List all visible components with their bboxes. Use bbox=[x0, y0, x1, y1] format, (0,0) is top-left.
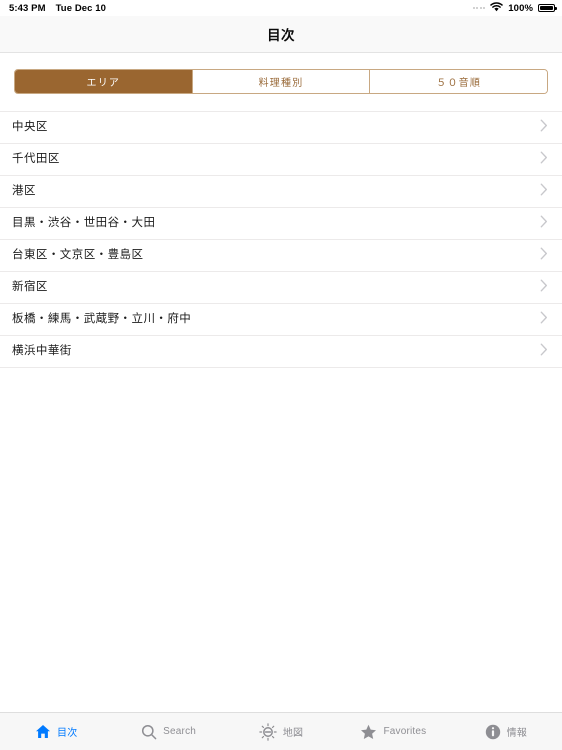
list-item[interactable]: 台東区・文京区・豊島区 bbox=[0, 240, 562, 272]
segment-alphabetical[interactable]: ５０音順 bbox=[369, 70, 547, 93]
list-item[interactable]: 横浜中華街 bbox=[0, 336, 562, 368]
chevron-right-icon bbox=[540, 343, 548, 361]
chevron-right-icon bbox=[540, 119, 548, 137]
list-item-label: 台東区・文京区・豊島区 bbox=[12, 248, 144, 261]
list-item-label: 中央区 bbox=[12, 120, 48, 133]
status-bar-right: 100% bbox=[472, 1, 557, 15]
list-item-label: 新宿区 bbox=[12, 280, 48, 293]
chevron-right-icon bbox=[540, 183, 548, 201]
segment-area[interactable]: エリア bbox=[15, 70, 192, 93]
status-time: 5:43 PM bbox=[9, 2, 46, 14]
page-title: 目次 bbox=[267, 28, 295, 43]
status-bar-left: 5:43 PM Tue Dec 10 bbox=[9, 3, 106, 14]
list-item[interactable]: 板橋・練馬・武蔵野・立川・府中 bbox=[0, 304, 562, 336]
tab-index[interactable]: 目次 bbox=[0, 724, 112, 739]
tab-bar: 目次 Search 地図 Favorites 情報 bbox=[0, 712, 562, 750]
wifi-icon bbox=[490, 1, 504, 15]
list-item-label: 横浜中華街 bbox=[12, 344, 72, 357]
tab-info[interactable]: 情報 bbox=[450, 724, 562, 740]
list-item[interactable]: 目黒・渋谷・世田谷・大田 bbox=[0, 208, 562, 240]
list-item[interactable]: 中央区 bbox=[0, 112, 562, 144]
tab-map[interactable]: 地図 bbox=[225, 722, 337, 741]
list-item-label: 千代田区 bbox=[12, 152, 60, 165]
tab-label: Search bbox=[163, 726, 197, 737]
tab-label: Favorites bbox=[383, 726, 427, 737]
list-item[interactable]: 千代田区 bbox=[0, 144, 562, 176]
compass-icon bbox=[259, 722, 277, 741]
info-icon bbox=[485, 724, 501, 740]
list-item[interactable]: 新宿区 bbox=[0, 272, 562, 304]
tab-label: 地図 bbox=[282, 728, 304, 739]
star-icon bbox=[360, 724, 377, 740]
chevron-right-icon bbox=[540, 247, 548, 265]
tab-favorites[interactable]: Favorites bbox=[337, 724, 449, 740]
list-item-label: 目黒・渋谷・世田谷・大田 bbox=[12, 216, 156, 229]
list-item[interactable]: 港区 bbox=[0, 176, 562, 208]
navigation-bar: 目次 bbox=[0, 16, 562, 53]
segmented-control[interactable]: エリア 料理種別 ５０音順 bbox=[14, 69, 548, 94]
chevron-right-icon bbox=[540, 311, 548, 329]
chevron-right-icon bbox=[540, 151, 548, 169]
chevron-right-icon bbox=[540, 215, 548, 233]
home-icon bbox=[35, 724, 51, 739]
area-list: 中央区 千代田区 港区 目黒・渋谷・世田谷・大田 台東区・文京区・豊島区 新宿区… bbox=[0, 112, 562, 368]
list-item-label: 板橋・練馬・武蔵野・立川・府中 bbox=[12, 312, 192, 325]
status-date: Tue Dec 10 bbox=[55, 2, 107, 14]
tab-label: 情報 bbox=[506, 728, 528, 739]
search-icon bbox=[141, 724, 157, 740]
status-bar: 5:43 PM Tue Dec 10 100% bbox=[0, 0, 562, 16]
segmented-control-container: エリア 料理種別 ５０音順 bbox=[0, 53, 562, 112]
tab-label: 目次 bbox=[57, 728, 78, 739]
tab-search[interactable]: Search bbox=[112, 724, 224, 740]
list-item-label: 港区 bbox=[12, 184, 36, 197]
chevron-right-icon bbox=[540, 279, 548, 297]
segment-cuisine-type[interactable]: 料理種別 bbox=[191, 70, 370, 93]
signal-dots-icon bbox=[472, 7, 486, 9]
battery-full-icon bbox=[538, 4, 557, 12]
empty-content-area bbox=[0, 368, 562, 712]
battery-percent: 100% bbox=[508, 2, 533, 14]
app-root: 5:43 PM Tue Dec 10 100% 目次 エリア 料理種別 ５０音順… bbox=[0, 0, 562, 750]
